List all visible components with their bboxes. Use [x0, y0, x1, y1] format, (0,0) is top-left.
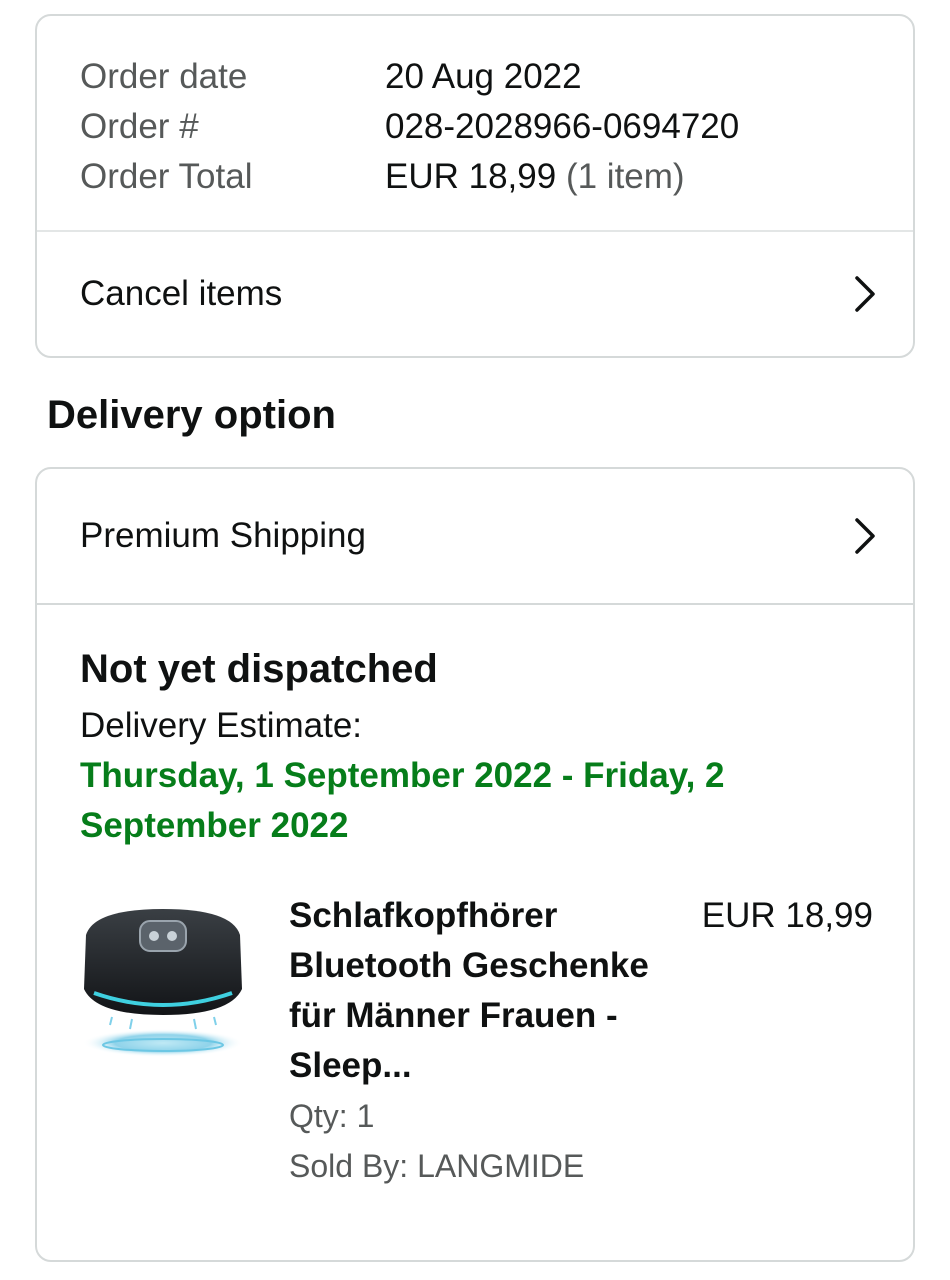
shipment-status: Not yet dispatched	[80, 647, 438, 691]
delivery-card: Premium Shipping Not yet dispatched Deli…	[35, 467, 915, 1262]
order-date-label: Order date	[80, 57, 248, 96]
cancel-items-label: Cancel items	[80, 274, 283, 313]
shipping-option-label: Premium Shipping	[80, 516, 366, 555]
order-total-value: EUR 18,99 (1 item)	[385, 157, 685, 197]
order-item[interactable]: Schlafkopfhörer Bluetooth Geschenke für …	[80, 891, 873, 1191]
premium-shipping-option[interactable]: Premium Shipping	[37, 469, 913, 605]
delivery-estimate-date: Thursday, 1 September 2022 - Friday, 2 S…	[80, 756, 725, 845]
order-info: Order date 20 Aug 2022 Order # 028-20289…	[37, 16, 913, 232]
order-number-value: 028-2028966-0694720	[385, 107, 740, 146]
order-item-count: (1 item)	[565, 157, 685, 196]
item-details: Schlafkopfhörer Bluetooth Geschenke für …	[289, 891, 679, 1191]
chevron-right-icon	[851, 274, 879, 314]
order-date-value: 20 Aug 2022	[385, 57, 582, 96]
order-total-amount: EUR 18,99	[385, 157, 557, 196]
order-total-label: Order Total	[80, 157, 253, 196]
chevron-right-icon	[851, 516, 879, 556]
product-image[interactable]	[80, 905, 246, 1061]
order-number-label: Order #	[80, 107, 199, 146]
item-quantity: Qty: 1	[289, 1098, 375, 1134]
order-date-row: Order date 20 Aug 2022	[37, 52, 913, 102]
item-title[interactable]: Schlafkopfhörer Bluetooth Geschenke für …	[289, 891, 679, 1091]
cancel-items-button[interactable]: Cancel items	[37, 232, 913, 356]
order-details-page: Order date 20 Aug 2022 Order # 028-20289…	[0, 0, 950, 1280]
shipment-section: Not yet dispatched Delivery Estimate: Th…	[37, 605, 913, 1191]
order-total-row: Order Total EUR 18,99 (1 item)	[37, 152, 913, 202]
order-number-row: Order # 028-2028966-0694720	[37, 102, 913, 152]
order-summary-card: Order date 20 Aug 2022 Order # 028-20289…	[35, 14, 915, 358]
delivery-estimate-label: Delivery Estimate:	[80, 706, 363, 745]
delivery-section-title: Delivery option	[47, 393, 336, 437]
item-price: EUR 18,99	[701, 896, 873, 935]
item-seller: Sold By: LANGMIDE	[289, 1148, 585, 1184]
